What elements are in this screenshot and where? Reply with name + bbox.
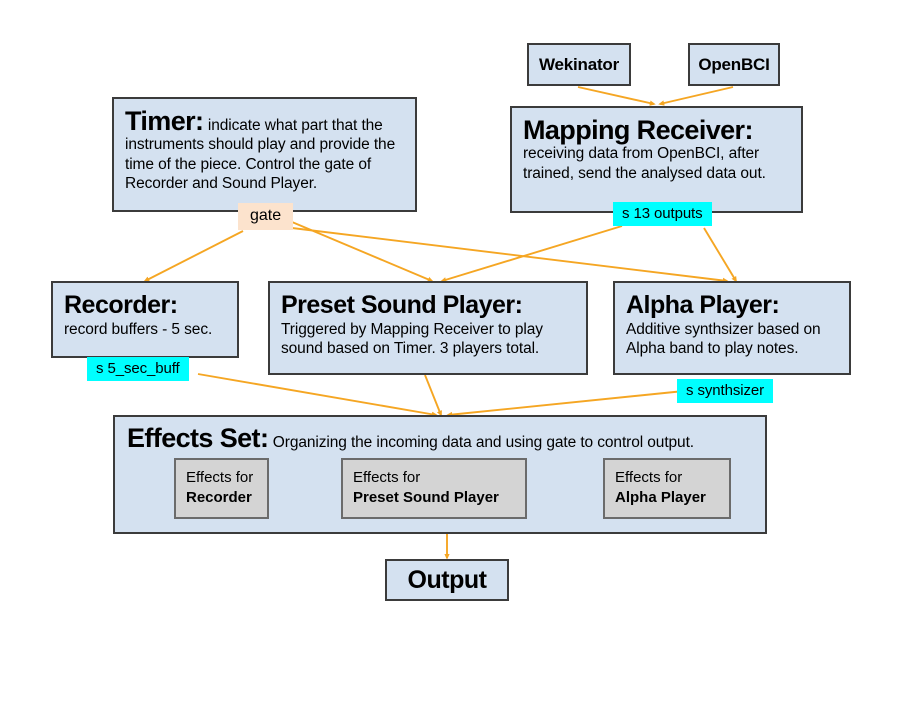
node-output[interactable]: Output — [385, 559, 509, 601]
edge-gate-to-recorder — [143, 230, 244, 282]
effects-set-heading: Effects Set: Organizing the incoming dat… — [115, 417, 765, 452]
edge-mapping-to-alpha — [703, 227, 737, 283]
node-output-label: Output — [407, 565, 487, 594]
effect-box-alpha-line1: Effects for — [615, 469, 683, 487]
node-openbci[interactable]: OpenBCI — [688, 43, 780, 86]
effect-box-preset-line1: Effects for — [353, 469, 421, 487]
node-preset-sound-player[interactable]: Preset Sound Player: Triggered by Mappin… — [268, 281, 588, 375]
edge-wekinator-to-mapping — [577, 86, 656, 106]
node-preset-sound-player-desc-line1: Triggered by Mapping Receiver to play — [281, 321, 543, 338]
gate-label-text: gate — [250, 207, 282, 224]
badge-mapping-outputs-text: s 13 outputs — [622, 205, 703, 222]
edge-alpha-to-effects — [446, 390, 685, 418]
node-timer-text: Timer: indicate what part that the instr… — [125, 107, 405, 193]
node-openbci-label: OpenBCI — [698, 54, 770, 74]
edge-recorder-to-effects — [197, 373, 438, 417]
effect-box-recorder-line1: Effects for — [186, 469, 254, 487]
node-wekinator-label: Wekinator — [538, 54, 620, 74]
edge-preset-to-effects — [424, 374, 442, 417]
badge-recorder-buffer[interactable]: s 5_sec_buff — [87, 357, 189, 381]
effect-box-recorder[interactable]: Effects for Recorder — [174, 458, 269, 520]
effects-inner-row: Effects for Recorder Effects for Preset … — [115, 458, 765, 524]
node-effects-set-desc: Organizing the incoming data and using g… — [272, 434, 694, 451]
effect-box-recorder-line2: Recorder — [186, 488, 252, 506]
edge-gate-to-alpha — [291, 227, 729, 284]
node-timer[interactable]: Timer: indicate what part that the instr… — [112, 97, 417, 212]
node-preset-sound-player-title: Preset Sound Player: — [281, 291, 523, 319]
effect-box-alpha-line2: Alpha Player — [615, 488, 706, 506]
node-alpha-player-desc-line2: Alpha band to play notes. — [626, 340, 799, 358]
node-mapping-receiver-desc-line1: receiving data from OpenBCI, after — [523, 145, 760, 163]
badge-alpha-synth[interactable]: s synthsizer — [677, 379, 773, 403]
node-recorder-desc: record buffers - 5 sec. — [64, 321, 213, 338]
node-mapping-receiver[interactable]: Mapping Receiver: receiving data from Op… — [510, 106, 803, 213]
node-recorder-title: Recorder: — [64, 291, 178, 319]
badge-recorder-buffer-text: s 5_sec_buff — [96, 360, 180, 377]
node-alpha-player[interactable]: Alpha Player: Additive synthsizer based … — [613, 281, 851, 375]
node-mapping-receiver-title: Mapping Receiver: — [523, 115, 753, 145]
badge-mapping-outputs[interactable]: s 13 outputs — [613, 202, 712, 226]
node-effects-set[interactable]: Effects Set: Organizing the incoming dat… — [113, 415, 767, 534]
node-effects-set-title: Effects Set: — [127, 423, 269, 453]
node-wekinator[interactable]: Wekinator — [527, 43, 631, 86]
effect-box-preset-sound-player[interactable]: Effects for Preset Sound Player — [341, 458, 527, 520]
badge-alpha-synth-text: s synthsizer — [686, 382, 764, 399]
node-timer-title: Timer: — [125, 106, 204, 136]
effect-box-alpha-player[interactable]: Effects for Alpha Player — [603, 458, 731, 520]
diagram-canvas: Wekinator OpenBCI Timer: indicate what p… — [0, 0, 900, 703]
edge-gate-to-preset — [291, 221, 434, 282]
edge-mapping-to-preset — [440, 225, 623, 283]
node-preset-sound-player-desc-line2: sound based on Timer. 3 players total. — [281, 340, 540, 358]
node-mapping-receiver-desc-line2: trained, send the analysed data out. — [523, 164, 766, 182]
edge-openbci-to-mapping — [658, 86, 734, 106]
node-alpha-player-title: Alpha Player: — [626, 291, 780, 319]
node-recorder[interactable]: Recorder: record buffers - 5 sec. — [51, 281, 239, 358]
gate-label[interactable]: gate — [238, 203, 294, 230]
effect-box-preset-line2: Preset Sound Player — [353, 488, 499, 506]
node-alpha-player-desc-line1: Additive synthsizer based on — [626, 321, 821, 338]
